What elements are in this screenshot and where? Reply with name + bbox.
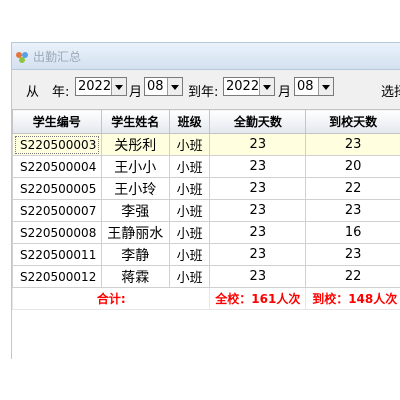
date-filter-bar: 从 年: 2022 月 08 到年: 2022 月 08 选择 [12, 70, 400, 108]
table-header-row: 学生编号 学生姓名 班级 全勤天数 到校天数 [12, 109, 400, 134]
from-label: 从 [26, 85, 40, 100]
present-days-cell[interactable]: 23 [305, 243, 400, 266]
summary-label: 合计: [11, 287, 211, 310]
class-cell[interactable]: 小班 [168, 243, 211, 266]
title-bar: 出勤汇总 [12, 43, 400, 70]
full-attendance-cell[interactable]: 23 [209, 177, 307, 200]
to-year-label: 到年: [188, 85, 219, 100]
present-days-cell[interactable]: 20 [305, 155, 400, 178]
present-days-cell[interactable]: 23 [305, 199, 400, 222]
class-cell[interactable]: 小班 [168, 133, 211, 156]
table-row[interactable]: S220500011 李静 小班 23 23 [12, 243, 400, 266]
summary-present-total: 到校：148人次 [305, 287, 400, 310]
attendance-summary-window: 出勤汇总 从 年: 2022 月 08 到年: 2022 月 08 选择 [11, 42, 400, 359]
window-title: 出勤汇总 [33, 50, 82, 64]
chevron-down-icon[interactable] [111, 78, 126, 95]
to-year-select[interactable]: 2022 [223, 77, 275, 96]
from-year-select[interactable]: 2022 [75, 77, 127, 96]
table-row[interactable]: S220500012 蒋霖 小班 23 22 [12, 265, 400, 288]
from-month-select[interactable]: 08 [144, 77, 183, 96]
chevron-down-icon[interactable] [318, 78, 333, 95]
from-month-value: 08 [147, 79, 164, 94]
full-attendance-cell[interactable]: 23 [209, 155, 307, 178]
chevron-down-icon[interactable] [167, 78, 182, 95]
student-id-cell[interactable]: S220500007 [12, 199, 102, 222]
full-attendance-cell[interactable]: 23 [209, 199, 307, 222]
summary-row: 合计: 全校：161人次 到校：148人次 [11, 287, 400, 310]
month-label: 月 [129, 85, 143, 100]
full-attendance-cell[interactable]: 23 [209, 221, 307, 244]
student-id-cell[interactable]: S220500011 [12, 243, 102, 266]
column-header[interactable]: 学生编号 [12, 109, 102, 134]
student-id-cell[interactable]: S220500008 [12, 221, 102, 244]
student-id-cell[interactable]: S220500003 [12, 133, 102, 156]
table-row[interactable]: S220500007 李强 小班 23 23 [12, 199, 400, 222]
student-id-cell[interactable]: S220500005 [12, 177, 102, 200]
class-cell[interactable]: 小班 [168, 199, 211, 222]
column-header[interactable]: 全勤天数 [209, 109, 307, 134]
student-name-cell[interactable]: 蒋霖 [100, 265, 170, 288]
student-name-cell[interactable]: 关彤利 [100, 133, 170, 156]
full-attendance-cell[interactable]: 23 [209, 265, 307, 288]
student-name-cell[interactable]: 王静丽水 [100, 221, 170, 244]
class-cell[interactable]: 小班 [168, 221, 211, 244]
to-month-select[interactable]: 08 [294, 77, 334, 96]
full-attendance-cell[interactable]: 23 [209, 243, 307, 266]
to-month-label: 月 [278, 85, 292, 100]
full-attendance-cell[interactable]: 23 [209, 133, 307, 156]
app-logo-icon [15, 49, 29, 63]
class-cell[interactable]: 小班 [168, 177, 211, 200]
present-days-cell[interactable]: 22 [305, 265, 400, 288]
column-header[interactable]: 学生姓名 [100, 109, 170, 134]
student-id-cell[interactable]: S220500004 [12, 155, 102, 178]
class-cell[interactable]: 小班 [168, 155, 211, 178]
attendance-table-area: 学生编号 学生姓名 班级 全勤天数 到校天数 S220500003 关彤利 小班… [11, 109, 400, 359]
table-row[interactable]: S220500003 关彤利 小班 23 23 [12, 133, 400, 156]
present-days-cell[interactable]: 23 [305, 133, 400, 156]
table-row[interactable]: S220500008 王静丽水 小班 23 16 [12, 221, 400, 244]
table-row[interactable]: S220500005 王小玲 小班 23 22 [12, 177, 400, 200]
to-year-value: 2022 [226, 79, 260, 94]
present-days-cell[interactable]: 16 [305, 221, 400, 244]
student-name-cell[interactable]: 王小玲 [100, 177, 170, 200]
class-cell[interactable]: 小班 [168, 265, 211, 288]
table-row[interactable]: S220500004 王小小 小班 23 20 [12, 155, 400, 178]
year-label: 年: [52, 85, 70, 100]
column-header[interactable]: 班级 [168, 109, 211, 134]
student-name-cell[interactable]: 王小小 [100, 155, 170, 178]
present-days-cell[interactable]: 22 [305, 177, 400, 200]
attendance-table: 学生编号 学生姓名 班级 全勤天数 到校天数 S220500003 关彤利 小班… [11, 109, 400, 310]
from-year-value: 2022 [78, 79, 112, 94]
select-label[interactable]: 选择 [381, 81, 400, 100]
student-name-cell[interactable]: 李强 [100, 199, 170, 222]
student-name-cell[interactable]: 李静 [100, 243, 170, 266]
student-id-cell[interactable]: S220500012 [12, 265, 102, 288]
to-month-value: 08 [297, 79, 314, 94]
column-header[interactable]: 到校天数 [305, 109, 400, 134]
summary-full-total: 全校：161人次 [209, 287, 307, 310]
chevron-down-icon[interactable] [259, 78, 274, 95]
